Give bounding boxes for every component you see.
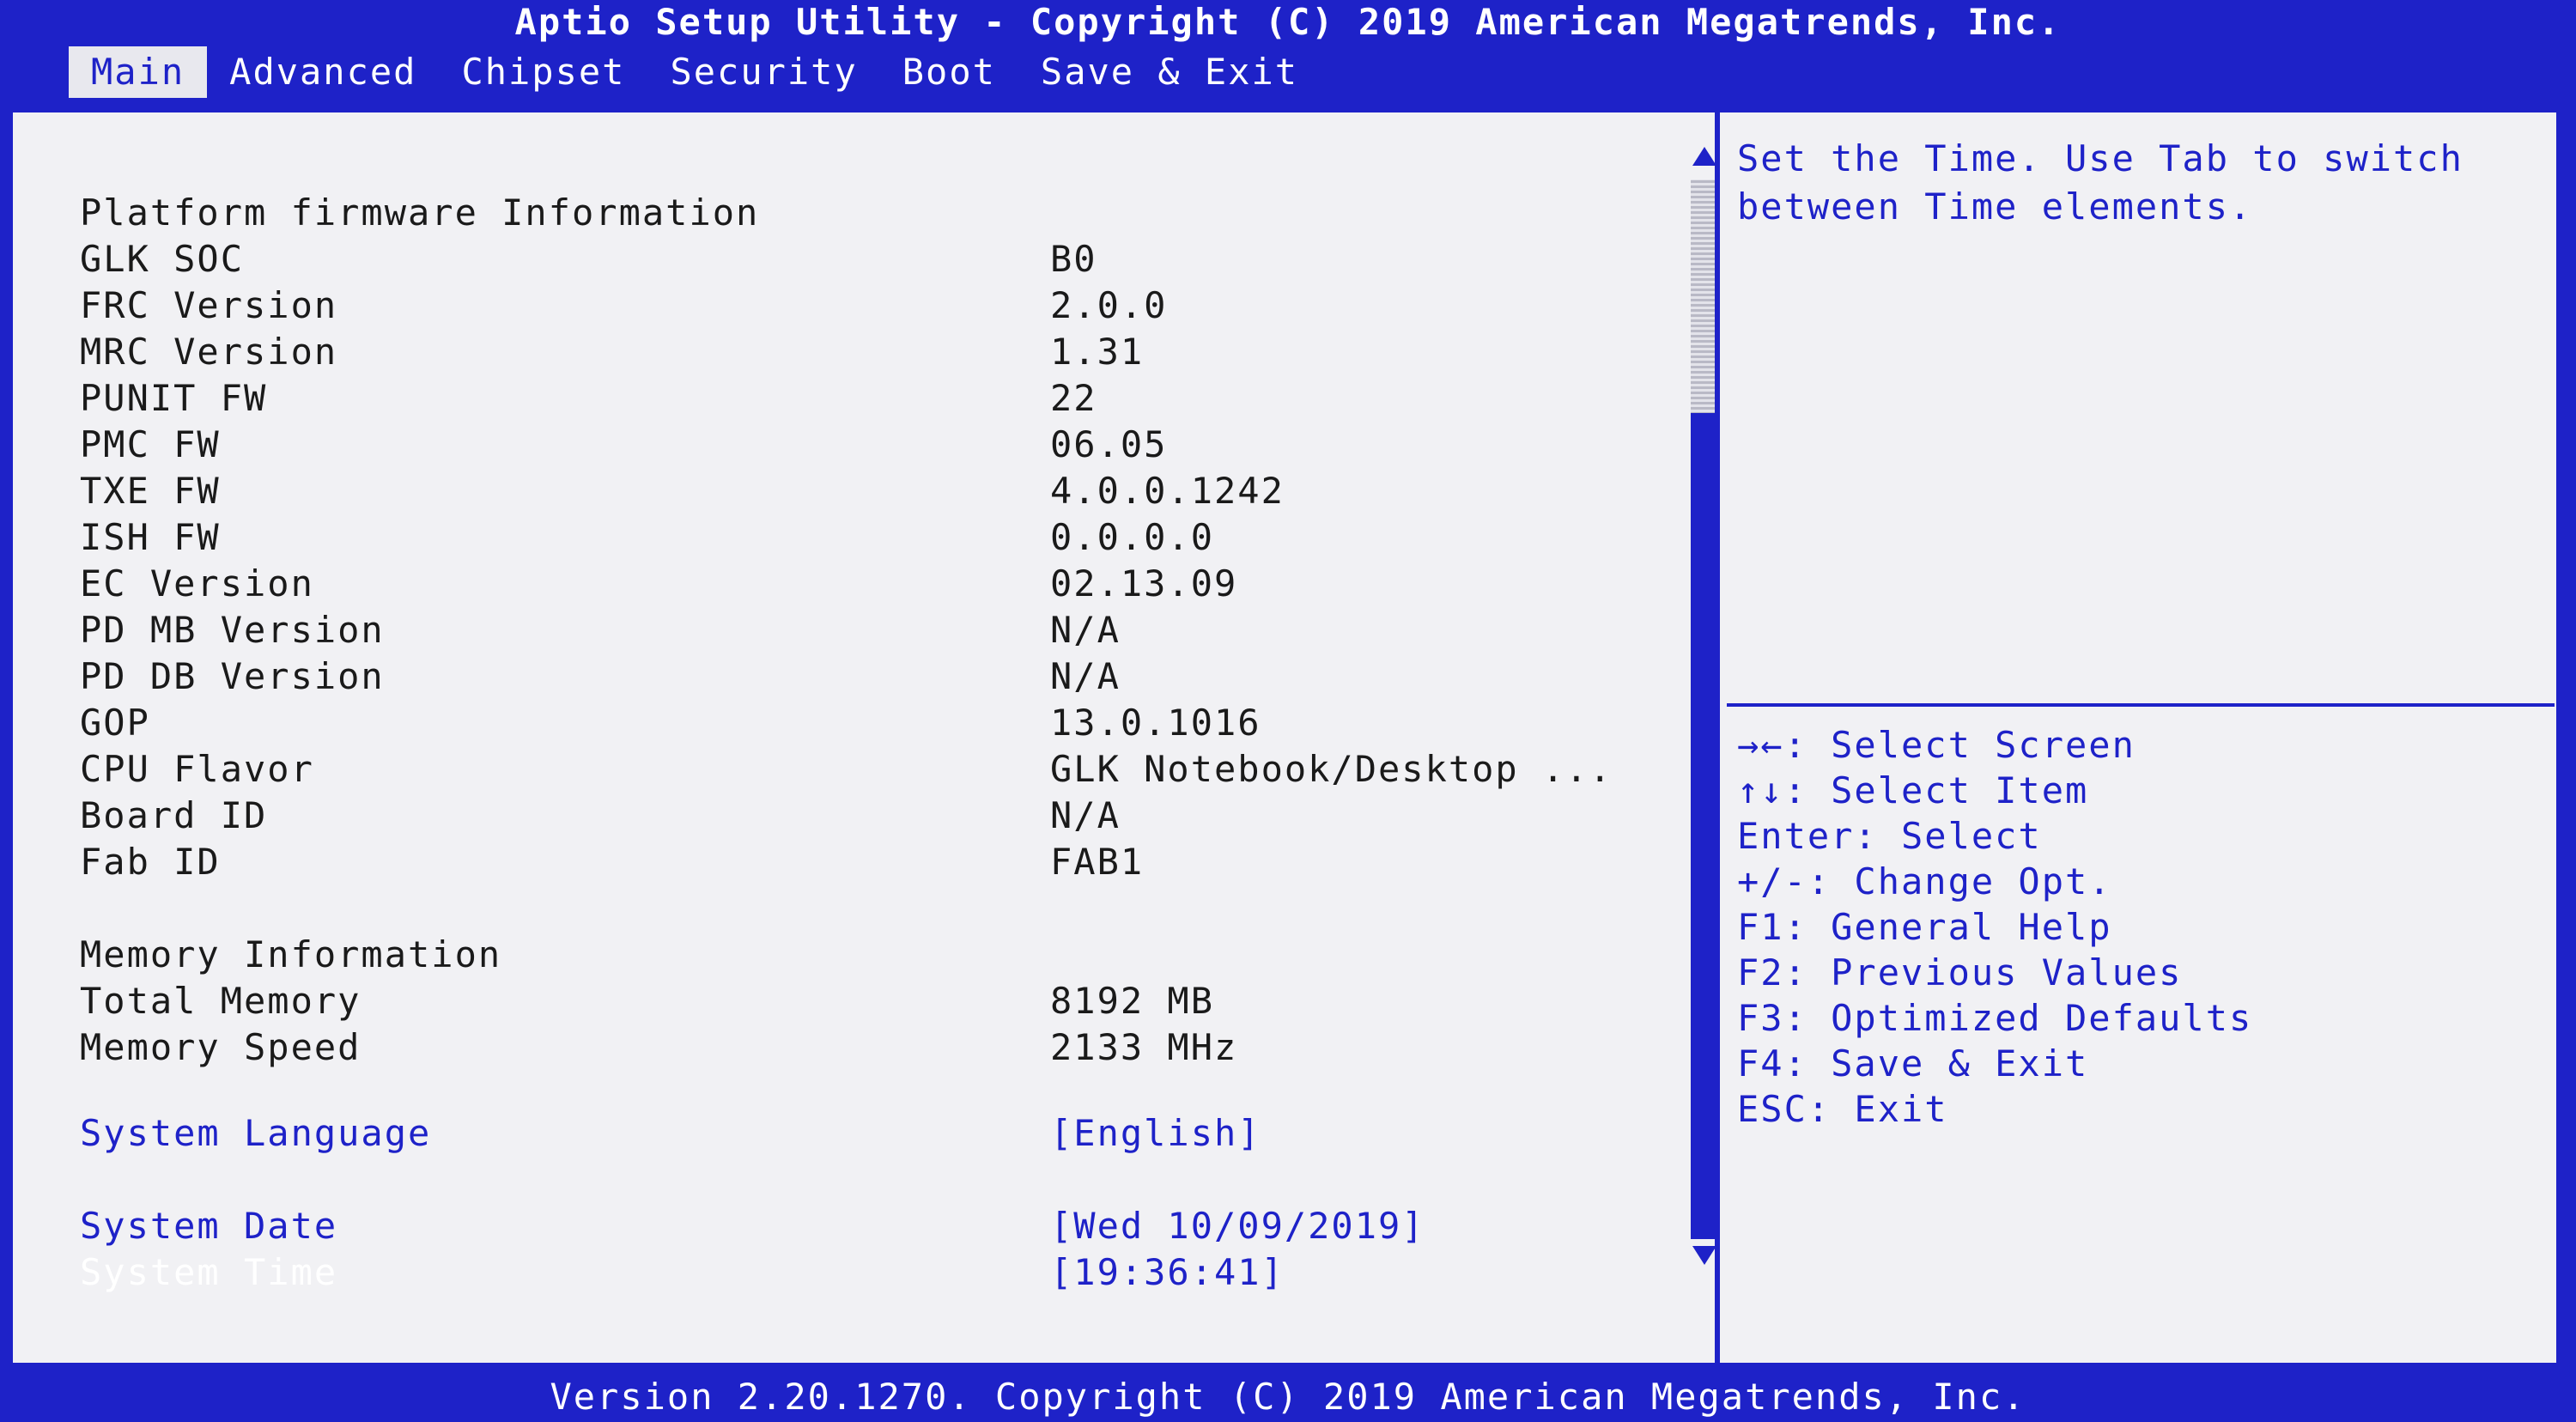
tab-main[interactable]: Main xyxy=(69,46,208,98)
row-value: N/A xyxy=(1050,609,1121,651)
row-value: FAB1 xyxy=(1050,841,1145,883)
scroll-up-arrow-icon[interactable] xyxy=(1692,147,1716,166)
row-label: Fab ID xyxy=(80,841,221,883)
main-frame: Platform firmware Information GLK SOC B0… xyxy=(10,110,2559,1365)
row-value: 2133 MHz xyxy=(1050,1026,1238,1068)
row-value: 06.05 xyxy=(1050,423,1168,465)
key-legend: →←: Select Screen ↑↓: Select Item Enter:… xyxy=(1737,722,2544,1132)
settings-pane: Platform firmware Information GLK SOC B0… xyxy=(20,112,1720,1363)
row-label: GLK SOC xyxy=(80,238,245,280)
key-hint-f1: F1: General Help xyxy=(1737,906,2112,948)
key-hint-f2: F2: Previous Values xyxy=(1737,951,2183,994)
help-divider xyxy=(1727,703,2555,707)
row-value: 02.13.09 xyxy=(1050,562,1238,605)
setting-label: System Language xyxy=(80,1112,432,1154)
tab-chipset[interactable]: Chipset xyxy=(439,46,647,98)
key-hint-enter: Enter: Select xyxy=(1737,815,2042,857)
row-label: Total Memory xyxy=(80,980,361,1022)
row-value: 1.31 xyxy=(1050,331,1145,373)
row-value: GLK Notebook/Desktop ... xyxy=(1050,748,1613,790)
row-value: 4.0.0.1242 xyxy=(1050,470,1285,512)
row-value: 22 xyxy=(1050,377,1097,419)
footer-version: Version 2.20.1270. Copyright (C) 2019 Am… xyxy=(550,1376,2026,1418)
setting-value[interactable]: [19:36:41] xyxy=(1050,1251,1285,1293)
row-label: EC Version xyxy=(80,562,314,605)
key-hint-esc: ESC: Exit xyxy=(1737,1088,1948,1130)
tab-bar: Main Advanced Chipset Security Boot Save… xyxy=(69,46,1321,98)
row-label: PD MB Version xyxy=(80,609,385,651)
pane-divider xyxy=(1715,112,1720,1363)
setting-label: System Time xyxy=(80,1251,338,1293)
row-label: ISH FW xyxy=(80,516,221,558)
setting-value[interactable]: [English] xyxy=(1050,1112,1261,1154)
key-hint-f4: F4: Save & Exit xyxy=(1737,1042,2089,1085)
row-value: 8192 MB xyxy=(1050,980,1215,1022)
row-label: Board ID xyxy=(80,794,268,836)
tab-save-exit[interactable]: Save & Exit xyxy=(1018,46,1321,98)
row-label: PUNIT FW xyxy=(80,377,268,419)
memory-section-heading: Memory Information xyxy=(80,933,502,975)
row-value: N/A xyxy=(1050,655,1121,697)
key-hint-change-opt: +/-: Change Opt. xyxy=(1737,860,2112,902)
row-value: B0 xyxy=(1050,238,1097,280)
setting-label: System Date xyxy=(80,1205,338,1247)
help-pane: Set the Time. Use Tab to switch between … xyxy=(1727,112,2555,1363)
row-label: Memory Speed xyxy=(80,1026,361,1068)
row-label: PMC FW xyxy=(80,423,221,465)
tab-boot[interactable]: Boot xyxy=(880,46,1018,98)
row-label: PD DB Version xyxy=(80,655,385,697)
window-title: Aptio Setup Utility - Copyright (C) 2019… xyxy=(514,1,2062,43)
row-label: GOP xyxy=(80,702,150,744)
row-value: 13.0.1016 xyxy=(1050,702,1261,744)
key-hint-select-screen: →←: Select Screen xyxy=(1737,724,2136,766)
key-hint-f3: F3: Optimized Defaults xyxy=(1737,997,2253,1039)
row-label: CPU Flavor xyxy=(80,748,314,790)
key-hint-select-item: ↑↓: Select Item xyxy=(1737,769,2089,811)
platform-section-heading: Platform firmware Information xyxy=(80,191,760,234)
row-label: MRC Version xyxy=(80,331,338,373)
tab-advanced[interactable]: Advanced xyxy=(207,46,439,98)
scroll-down-arrow-icon[interactable] xyxy=(1692,1246,1716,1265)
row-value: N/A xyxy=(1050,794,1121,836)
row-value: 2.0.0 xyxy=(1050,284,1168,326)
row-label: TXE FW xyxy=(80,470,221,512)
row-label: FRC Version xyxy=(80,284,338,326)
item-help-text: Set the Time. Use Tab to switch between … xyxy=(1737,137,2464,228)
row-value: 0.0.0.0 xyxy=(1050,516,1215,558)
setting-value[interactable]: [Wed 10/09/2019] xyxy=(1050,1205,1425,1247)
tab-security[interactable]: Security xyxy=(647,46,879,98)
